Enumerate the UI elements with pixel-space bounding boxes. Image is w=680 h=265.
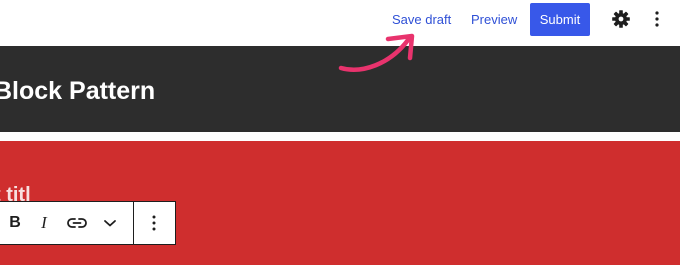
chevron-down-icon[interactable] bbox=[97, 202, 123, 244]
link-icon[interactable] bbox=[63, 202, 91, 244]
vertical-ellipsis-icon[interactable] bbox=[649, 9, 665, 29]
block-toolbar: B I bbox=[0, 201, 176, 245]
editor-header: Save draft Preview Submit bbox=[0, 0, 680, 46]
bold-button[interactable]: B bbox=[3, 202, 27, 244]
block-text[interactable]: t titl bbox=[0, 186, 120, 202]
vertical-ellipsis-icon[interactable] bbox=[141, 202, 167, 244]
toolbar-divider bbox=[133, 202, 134, 244]
gear-icon[interactable] bbox=[611, 9, 631, 29]
preview-button[interactable]: Preview bbox=[471, 11, 517, 29]
save-draft-button[interactable]: Save draft bbox=[392, 11, 451, 29]
submit-button[interactable]: Submit bbox=[530, 3, 590, 36]
italic-button[interactable]: I bbox=[33, 202, 55, 244]
page-title[interactable]: Block Pattern bbox=[0, 75, 680, 107]
divider bbox=[0, 132, 680, 141]
